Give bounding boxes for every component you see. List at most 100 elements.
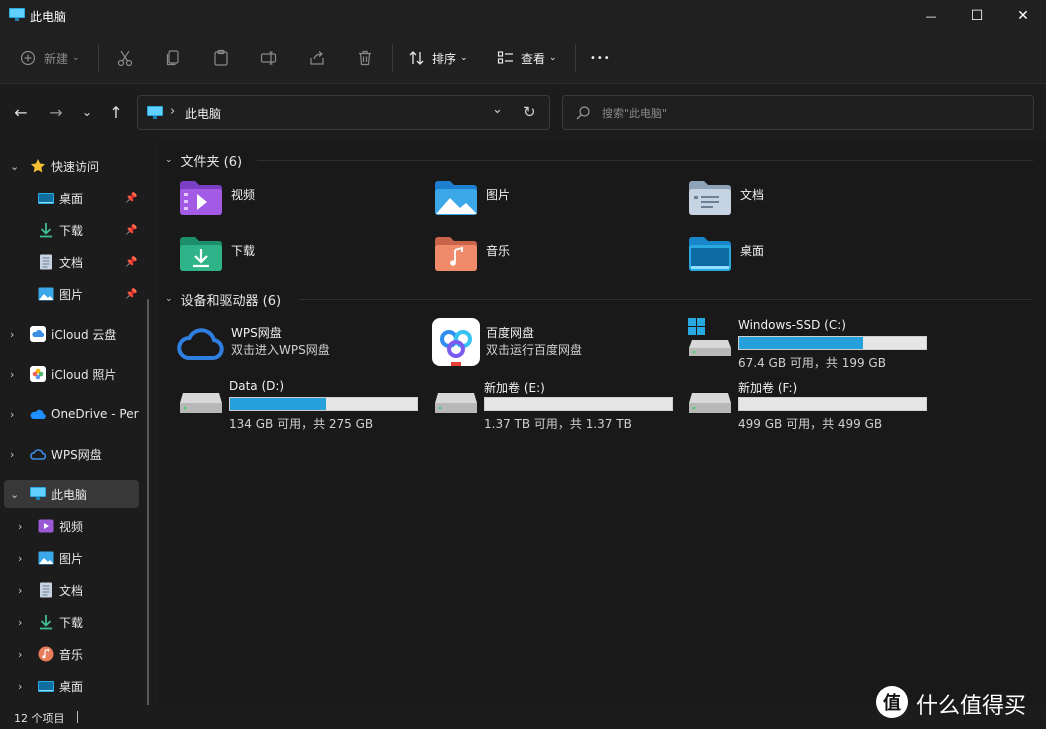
chevron-right-icon[interactable]: ›: [18, 520, 22, 533]
delete-button[interactable]: [356, 44, 374, 72]
copy-button[interactable]: [164, 44, 182, 72]
sidebar-item-downloads-quick[interactable]: 下载 📌: [0, 216, 140, 244]
recent-locations-button[interactable]: ⌄: [76, 101, 98, 123]
icloud-photos-icon: [30, 366, 46, 382]
search-box[interactable]: 搜索"此电脑": [562, 95, 1034, 130]
folder-desktop[interactable]: 桌面: [688, 234, 928, 274]
chevron-right-icon[interactable]: ›: [10, 328, 14, 341]
drive-d[interactable]: Data (D:) 134 GB 可用，共 275 GB: [179, 379, 429, 431]
sidebar-item-pictures-quick[interactable]: 图片 📌: [0, 280, 140, 308]
maximize-button[interactable]: ☐: [954, 0, 1000, 32]
drive-f[interactable]: 新加卷 (F:) 499 GB 可用，共 499 GB: [688, 379, 938, 431]
sidebar-item-downloads[interactable]: › 下载: [0, 608, 140, 636]
view-icon: [497, 51, 513, 64]
chevron-right-icon[interactable]: ›: [18, 648, 22, 661]
folders-section-header[interactable]: ⌄ 文件夹 (6): [165, 150, 242, 170]
sidebar-item-desktop[interactable]: › 桌面: [0, 672, 140, 700]
status-divider: [77, 711, 78, 723]
sort-button[interactable]: 排序 ⌄: [408, 44, 468, 72]
sidebar-item-quick-access[interactable]: ⌄ 快速访问: [0, 152, 140, 180]
sidebar-item-this-pc[interactable]: ⌄ 此电脑: [4, 480, 139, 508]
breadcrumb-this-pc[interactable]: 此电脑: [185, 105, 221, 122]
chevron-right-icon[interactable]: ›: [10, 408, 14, 421]
share-button[interactable]: [308, 44, 326, 72]
sidebar-item-videos[interactable]: › 视频: [0, 512, 140, 540]
back-button[interactable]: ←: [10, 101, 32, 123]
sidebar-item-documents[interactable]: › 文档: [0, 576, 140, 604]
drive-free-space: 1.37 TB 可用，共 1.37 TB: [484, 417, 632, 431]
sidebar-scrollbar[interactable]: [147, 299, 149, 709]
sidebar-item-label: 桌面: [59, 191, 84, 206]
trash-icon: [359, 50, 371, 66]
pin-icon[interactable]: 📌: [125, 289, 137, 300]
up-button[interactable]: ↑: [105, 101, 127, 123]
sidebar-item-pictures[interactable]: › 图片: [0, 544, 140, 572]
minimize-button[interactable]: —: [908, 0, 954, 32]
folder-music[interactable]: 音乐: [434, 234, 674, 274]
chevron-right-icon[interactable]: ›: [10, 368, 14, 381]
chevron-right-icon[interactable]: ›: [18, 616, 22, 629]
sidebar-item-onedrive[interactable]: › OneDrive - Pers: [0, 400, 140, 428]
address-row: ← → ⌄ ↑ › 此电脑 ⌄ ↻ 搜索"此电脑": [0, 84, 1046, 142]
pin-icon[interactable]: 📌: [125, 257, 137, 268]
picture-icon: [38, 287, 54, 301]
sidebar-item-label: 文档: [59, 255, 84, 270]
sidebar-item-icloud-drive[interactable]: › iCloud 云盘: [0, 320, 140, 348]
desktop-icon: [38, 193, 54, 204]
sidebar-item-desktop-quick[interactable]: 桌面 📌: [0, 184, 140, 212]
chevron-down-icon: ⌄: [165, 294, 173, 304]
sidebar-item-label: 文档: [59, 583, 84, 598]
folder-videos[interactable]: 视频: [179, 178, 419, 218]
maximize-icon: ☐: [970, 8, 984, 24]
app-description: 双击进入WPS网盘: [231, 343, 330, 357]
drive-c[interactable]: Windows-SSD (C:) 67.4 GB 可用，共 199 GB: [688, 318, 938, 370]
rename-button[interactable]: [260, 44, 278, 72]
more-options-button[interactable]: •••: [590, 44, 611, 72]
pin-icon[interactable]: 📌: [125, 225, 137, 236]
star-icon: [31, 159, 45, 173]
chevron-right-icon[interactable]: ›: [18, 552, 22, 565]
chevron-right-icon[interactable]: ›: [10, 448, 14, 461]
drive-free-space: 134 GB 可用，共 275 GB: [229, 417, 374, 431]
new-button[interactable]: 新建 ⌄: [20, 44, 80, 72]
folder-label: 桌面: [740, 244, 765, 258]
sidebar-item-music[interactable]: › 音乐: [0, 640, 140, 668]
folder-documents[interactable]: 文档: [688, 178, 928, 218]
close-button[interactable]: ✕: [1000, 0, 1046, 32]
sidebar-item-label: iCloud 云盘: [51, 327, 117, 342]
command-bar: 新建 ⌄ 排序 ⌄ 查看 ⌄ •••: [0, 32, 1046, 84]
address-bar[interactable]: › 此电脑 ⌄ ↻: [137, 95, 550, 130]
view-button[interactable]: 查看 ⌄: [497, 44, 557, 72]
app-wps-cloud[interactable]: WPS网盘 双击进入WPS网盘: [177, 318, 427, 368]
chevron-right-icon[interactable]: ›: [18, 680, 22, 693]
forward-button[interactable]: →: [45, 101, 67, 123]
folder-pictures[interactable]: 图片: [434, 178, 674, 218]
sidebar-item-icloud-photos[interactable]: › iCloud 照片: [0, 360, 140, 388]
cut-button[interactable]: [116, 44, 134, 72]
windows-drive-icon: [688, 318, 731, 356]
video-icon: [38, 519, 54, 533]
refresh-icon[interactable]: ↻: [523, 103, 536, 121]
devices-section-header[interactable]: ⌄ 设备和驱动器 (6): [165, 289, 281, 309]
drive-e[interactable]: 新加卷 (E:) 1.37 TB 可用，共 1.37 TB: [434, 379, 684, 431]
sidebar-item-documents-quick[interactable]: 文档 📌: [0, 248, 140, 276]
plus-circle-icon: [20, 50, 36, 66]
drive-usage-bar: [738, 397, 927, 411]
document-icon: [40, 254, 52, 270]
drive-name: 新加卷 (F:): [738, 381, 798, 395]
sidebar-item-wps-cloud[interactable]: › WPS网盘: [0, 440, 140, 468]
drive-usage-fill: [230, 398, 326, 410]
chevron-right-icon[interactable]: ›: [18, 584, 22, 597]
address-dropdown-icon[interactable]: ⌄: [492, 102, 503, 117]
close-icon: ✕: [1017, 8, 1029, 24]
chevron-down-icon[interactable]: ⌄: [10, 160, 19, 173]
paste-button[interactable]: [212, 44, 230, 72]
app-baidu-netdisk[interactable]: 百度网盘 双击运行百度网盘: [432, 318, 682, 368]
pictures-folder-icon: [435, 181, 477, 215]
chevron-down-icon[interactable]: ⌄: [10, 488, 19, 501]
download-icon: [40, 615, 52, 630]
pin-icon[interactable]: 📌: [125, 193, 137, 204]
drive-free-space: 499 GB 可用，共 499 GB: [738, 417, 883, 431]
breadcrumb-separator: ›: [170, 104, 176, 119]
folder-downloads[interactable]: 下载: [179, 234, 419, 274]
